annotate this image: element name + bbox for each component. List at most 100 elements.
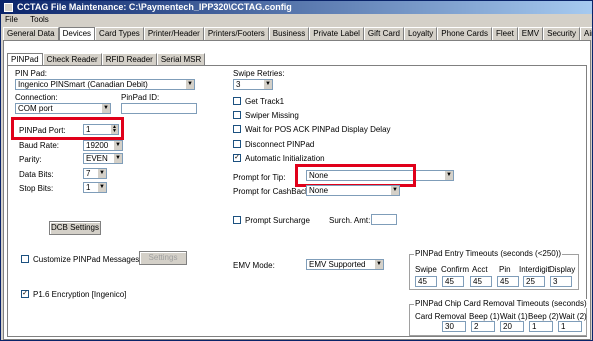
surch-amt-input[interactable] <box>371 214 397 225</box>
pinpad-id-input[interactable] <box>121 103 197 114</box>
app-icon <box>4 3 13 12</box>
pinpad-select[interactable]: Ingenico PINSmart (Canadian Debit) ▼ <box>15 79 195 90</box>
parity-value: EVEN <box>86 154 108 163</box>
baud-value: 19200 <box>86 141 109 150</box>
timeout-pin-input[interactable]: 45 <box>497 276 519 287</box>
timeout-header-display: Display <box>549 265 576 274</box>
tip-highlight-box <box>295 164 416 187</box>
tab-fleet[interactable]: Fleet <box>492 27 518 40</box>
databits-select[interactable]: 7 ▼ <box>83 168 107 179</box>
swiper-missing-label: Swiper Missing <box>245 111 299 120</box>
chip-header-wait2: Wait (2) <box>559 312 587 321</box>
customize-label: Customize PINPad Messages <box>33 255 140 264</box>
tab-air-miles[interactable]: Air Miles <box>580 27 592 40</box>
menu-bar: File Tools <box>1 14 592 26</box>
chip-wait1-input[interactable]: 20 <box>500 321 524 332</box>
tab-gift-card[interactable]: Gift Card <box>363 27 404 40</box>
title-bar: CCTAG File Maintenance: C:\Paymentech_IP… <box>1 1 592 14</box>
tab-printer-header[interactable]: Printer/Header <box>143 27 204 40</box>
tab-card-types[interactable]: Card Types <box>95 27 144 40</box>
baud-select[interactable]: 19200 ▼ <box>83 140 123 151</box>
chevron-down-icon: ▼ <box>97 183 106 192</box>
disconnect-checkbox[interactable] <box>233 140 241 148</box>
swipe-retries-value: 3 <box>236 80 241 89</box>
databits-label: Data Bits: <box>19 170 54 179</box>
baud-label: Baud Rate: <box>19 141 60 150</box>
app-window: CCTAG File Maintenance: C:\Paymentech_IP… <box>0 0 593 341</box>
disconnect-label: Disconnect PINPad <box>245 140 315 149</box>
tab-printers-footers[interactable]: Printers/Footers <box>203 27 269 40</box>
settings-button[interactable]: Settings <box>139 251 187 265</box>
prompt-cashback-label: Prompt for CashBack: <box>233 187 312 196</box>
prompt-cashback-select[interactable]: None ▼ <box>306 185 400 196</box>
tab-business[interactable]: Business <box>268 27 310 40</box>
timeout-header-confirm: Confirm <box>441 265 470 274</box>
swipe-retries-label: Swipe Retries: <box>233 69 285 78</box>
tab-general-data[interactable]: General Data <box>3 27 59 40</box>
tab-loyalty[interactable]: Loyalty <box>403 27 438 40</box>
chevron-down-icon: ▼ <box>390 186 399 195</box>
tab-phone-cards[interactable]: Phone Cards <box>437 27 492 40</box>
tab-devices[interactable]: Devices <box>58 27 96 40</box>
wait-ack-label: Wait for POS ACK PINPad Display Delay <box>245 125 391 134</box>
tab-emv[interactable]: EMV <box>517 27 544 40</box>
connection-value: COM port <box>18 104 53 113</box>
surch-amt-label: Surch. Amt: <box>329 216 371 225</box>
port-highlight-box <box>11 117 124 140</box>
timeout-header-pin: Pin <box>499 265 511 274</box>
timeout-acct-input[interactable]: 45 <box>470 276 492 287</box>
tab-private-label[interactable]: Private Label <box>309 27 364 40</box>
entry-timeouts-title: PINPad Entry Timeouts (seconds (<250)) <box>414 249 563 258</box>
main-tab-strip: General Data Devices Card Types Printer/… <box>3 27 592 40</box>
pinpad-id-label: PinPad ID: <box>121 93 160 102</box>
chevron-down-icon: ▼ <box>113 141 122 150</box>
stopbits-select[interactable]: 1 ▼ <box>83 182 107 193</box>
customize-checkbox[interactable] <box>21 255 29 263</box>
chevron-down-icon: ▼ <box>263 80 272 89</box>
parity-label: Parity: <box>19 155 42 164</box>
chip-wait2-input[interactable]: 1 <box>558 321 582 332</box>
window-title: CCTAG File Maintenance: C:\Paymentech_IP… <box>17 2 292 12</box>
menu-file[interactable]: File <box>5 14 18 26</box>
chip-timeouts-title: PINPad Chip Card Removal Timeouts (secon… <box>414 299 588 308</box>
auto-init-label: Automatic Initialization <box>245 154 325 163</box>
timeout-interdigit-input[interactable]: 25 <box>523 276 545 287</box>
get-track1-checkbox[interactable] <box>233 97 241 105</box>
connection-label: Connection: <box>15 93 58 102</box>
stopbits-label: Stop Bits: <box>19 184 54 193</box>
timeout-display-input[interactable]: 3 <box>550 276 572 287</box>
timeout-swipe-input[interactable]: 45 <box>415 276 437 287</box>
chip-header-beep1: Beep (1) <box>469 312 500 321</box>
swipe-retries-select[interactable]: 3 ▼ <box>233 79 273 90</box>
chip-header-beep2: Beep (2) <box>528 312 559 321</box>
databits-value: 7 <box>86 169 91 178</box>
timeout-header-interdigit: Interdigit <box>519 265 550 274</box>
emv-mode-select[interactable]: EMV Supported ▼ <box>306 259 384 270</box>
swiper-missing-checkbox[interactable] <box>233 111 241 119</box>
prompt-surcharge-label: Prompt Surcharge <box>245 216 310 225</box>
get-track1-label: Get Track1 <box>245 97 285 106</box>
chevron-down-icon: ▼ <box>374 260 383 269</box>
chip-beep2-input[interactable]: 1 <box>529 321 553 332</box>
wait-ack-checkbox[interactable] <box>233 125 241 133</box>
timeout-confirm-input[interactable]: 45 <box>442 276 464 287</box>
emv-mode-value: EMV Supported <box>309 260 366 269</box>
prompt-cashback-value: None <box>309 186 329 195</box>
menu-tools[interactable]: Tools <box>30 14 49 26</box>
p16-label: P1.6 Encryption [Ingenico] <box>33 290 127 299</box>
chip-header-card-removal: Card Removal <box>415 312 467 321</box>
dcb-settings-button[interactable]: DCB Settings <box>49 221 101 235</box>
stopbits-value: 1 <box>86 183 91 192</box>
chevron-down-icon: ▼ <box>101 104 110 113</box>
tab-security[interactable]: Security <box>543 27 581 40</box>
chip-beep1-input[interactable]: 2 <box>471 321 495 332</box>
timeout-header-swipe: Swipe <box>415 265 437 274</box>
chip-card-removal-input[interactable]: 30 <box>442 321 466 332</box>
auto-init-checkbox[interactable]: ✓ <box>233 154 241 162</box>
prompt-surcharge-checkbox[interactable] <box>233 216 241 224</box>
parity-select[interactable]: EVEN ▼ <box>83 153 123 164</box>
connection-select[interactable]: COM port ▼ <box>15 103 111 114</box>
pinpad-label: PIN Pad: <box>15 69 48 78</box>
chevron-down-icon: ▼ <box>185 80 194 89</box>
p16-checkbox[interactable]: ✓ <box>21 290 29 298</box>
